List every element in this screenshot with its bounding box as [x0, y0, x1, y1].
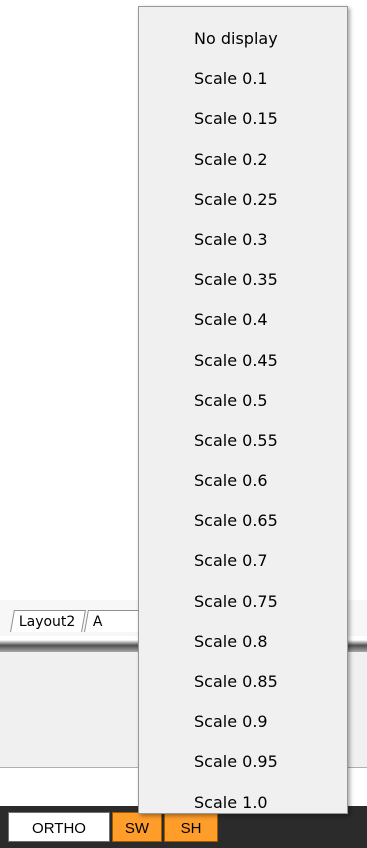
tab-next-layout-label: A: [92, 614, 103, 630]
menu-item-scale-0-85[interactable]: Scale 0.85: [139, 662, 347, 702]
menu-item-scale-0-8[interactable]: Scale 0.8: [139, 622, 347, 662]
tab-layout2[interactable]: Layout2: [10, 610, 86, 632]
menu-item-scale-0-75[interactable]: Scale 0.75: [139, 582, 347, 622]
app-window: Layout2 A ORTHO SW SH No display Scale 0…: [0, 0, 367, 848]
menu-item-scale-0-7[interactable]: Scale 0.7: [139, 541, 347, 581]
menu-item-scale-0-35[interactable]: Scale 0.35: [139, 260, 347, 300]
menu-item-scale-0-4[interactable]: Scale 0.4: [139, 300, 347, 340]
menu-item-scale-0-5[interactable]: Scale 0.5: [139, 381, 347, 421]
menu-item-scale-0-95[interactable]: Scale 0.95: [139, 742, 347, 782]
ortho-button[interactable]: ORTHO: [8, 812, 110, 842]
menu-item-scale-0-45[interactable]: Scale 0.45: [139, 341, 347, 381]
menu-item-scale-0-3[interactable]: Scale 0.3: [139, 220, 347, 260]
menu-item-scale-0-9[interactable]: Scale 0.9: [139, 702, 347, 742]
menu-item-scale-0-6[interactable]: Scale 0.6: [139, 461, 347, 501]
menu-item-scale-1-0[interactable]: Scale 1.0: [139, 783, 347, 823]
menu-item-scale-0-55[interactable]: Scale 0.55: [139, 421, 347, 461]
tab-layout2-label: Layout2: [18, 614, 76, 630]
menu-item-scale-0-15[interactable]: Scale 0.15: [139, 99, 347, 139]
menu-item-scale-0-25[interactable]: Scale 0.25: [139, 180, 347, 220]
menu-item-scale-0-65[interactable]: Scale 0.65: [139, 501, 347, 541]
menu-item-no-display[interactable]: No display: [139, 19, 347, 59]
scale-dropdown-menu: No display Scale 0.1 Scale 0.15 Scale 0.…: [138, 6, 348, 814]
menu-item-scale-0-2[interactable]: Scale 0.2: [139, 140, 347, 180]
menu-item-scale-0-1[interactable]: Scale 0.1: [139, 59, 347, 99]
